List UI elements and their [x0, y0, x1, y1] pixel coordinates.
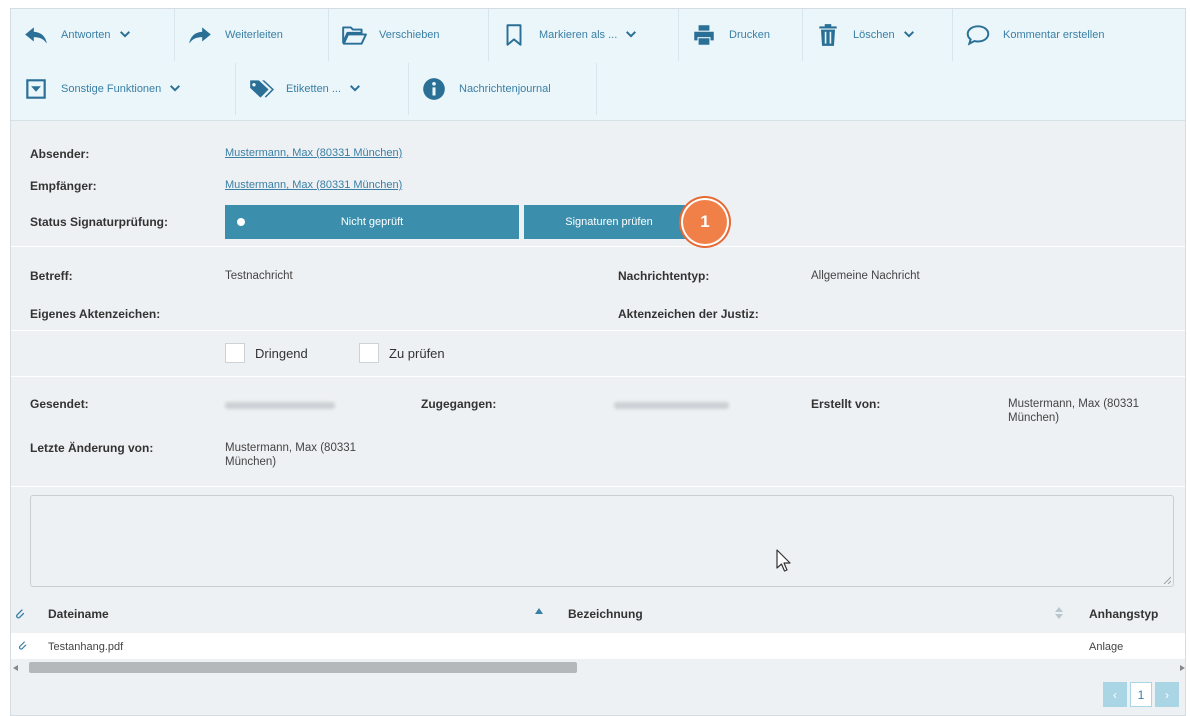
- sender-link[interactable]: Mustermann, Max (80331 München): [225, 147, 402, 159]
- create-comment-label: Kommentar erstellen: [1003, 29, 1105, 41]
- status-dot-icon: [237, 218, 245, 226]
- message-journal-button[interactable]: Nachrichtenjournal: [409, 63, 597, 115]
- last-change-value: Mustermann, Max (80331 München): [225, 442, 357, 468]
- info-icon: [423, 78, 445, 100]
- sort-ascending-icon[interactable]: [535, 608, 543, 614]
- delete-label: Löschen: [853, 29, 895, 41]
- folder-open-icon: [342, 26, 367, 45]
- other-functions-button[interactable]: Sonstige Funktionen: [11, 63, 236, 115]
- reply-button[interactable]: Antworten: [11, 9, 175, 61]
- subject-value: Testnachricht: [225, 270, 293, 282]
- print-button[interactable]: Drucken: [679, 9, 803, 61]
- recipient-label: Empfänger:: [30, 179, 97, 193]
- signature-status-label: Status Signaturprüfung:: [30, 215, 168, 229]
- message-type-value: Allgemeine Nachricht: [811, 270, 920, 282]
- pager-prev-button[interactable]: ‹: [1103, 682, 1127, 707]
- created-by-label: Erstellt von:: [811, 397, 881, 411]
- chevron-down-icon: [626, 31, 637, 38]
- received-date-redacted: [614, 402, 729, 409]
- chevron-down-icon: [350, 85, 361, 92]
- sender-label: Absender:: [30, 147, 90, 161]
- court-reference-label: Aktenzeichen der Justiz:: [618, 307, 759, 321]
- check-signatures-button[interactable]: Signaturen prüfen: [524, 205, 694, 239]
- printer-icon: [694, 25, 714, 45]
- move-label: Verschieben: [379, 29, 440, 41]
- speech-bubble-icon: [966, 25, 990, 46]
- toolbar-row-primary: Antworten Weiterleiten Verschieben Marki…: [11, 9, 1141, 61]
- table-row[interactable]: Testanhang.pdf Anlage: [11, 633, 1185, 659]
- urgent-checkbox[interactable]: Dringend: [225, 343, 308, 363]
- meta-section: Gesendet: Zugegangen: Erstellt von: Must…: [11, 377, 1185, 487]
- paperclip-icon: [18, 641, 27, 650]
- last-change-label: Letzte Änderung von:: [30, 441, 154, 455]
- mark-as-button[interactable]: Markieren als ...: [489, 9, 679, 61]
- reply-icon: [25, 27, 47, 44]
- message-journal-label: Nachrichtenjournal: [459, 83, 551, 95]
- mark-as-label: Markieren als ...: [539, 29, 618, 41]
- column-filename[interactable]: Dateiname: [48, 607, 109, 621]
- toolbar-row-secondary: Sonstige Funktionen Etiketten ... Nachri…: [11, 63, 597, 115]
- labels-label: Etiketten ...: [286, 83, 342, 95]
- delete-button[interactable]: Löschen: [803, 9, 953, 61]
- scroll-left-icon[interactable]: [13, 665, 18, 671]
- resize-handle-icon[interactable]: [1163, 576, 1171, 584]
- scrollbar-thumb[interactable]: [29, 662, 577, 673]
- forward-icon: [189, 27, 211, 44]
- urgent-label: Dringend: [255, 345, 308, 361]
- print-label: Drucken: [729, 29, 770, 41]
- signature-status-value: Nicht geprüft: [340, 216, 404, 228]
- pager-next-button[interactable]: ›: [1155, 682, 1179, 707]
- forward-label: Weiterleiten: [225, 29, 283, 41]
- scroll-right-icon[interactable]: [1180, 665, 1185, 671]
- chevron-down-icon: [903, 31, 914, 38]
- attachment-type: Anlage: [1089, 641, 1124, 653]
- pager-page-1[interactable]: 1: [1130, 682, 1152, 707]
- mouse-cursor-icon: [776, 549, 791, 572]
- labels-button[interactable]: Etiketten ...: [236, 63, 409, 115]
- checkbox-box: [225, 343, 245, 363]
- sent-label: Gesendet:: [30, 397, 89, 411]
- message-body-textarea[interactable]: [30, 495, 1174, 587]
- trash-icon: [819, 24, 837, 46]
- own-reference-label: Eigenes Aktenzeichen:: [30, 307, 161, 321]
- signature-status-indicator: Nicht geprüft: [225, 205, 519, 239]
- toolbar: Antworten Weiterleiten Verschieben Marki…: [11, 9, 1185, 121]
- move-button[interactable]: Verschieben: [329, 9, 489, 61]
- forward-button[interactable]: Weiterleiten: [175, 9, 329, 61]
- bookmark-icon: [506, 24, 522, 46]
- step-badge: 1: [683, 200, 727, 244]
- subject-label: Betreff:: [30, 269, 73, 283]
- column-attachment-type[interactable]: Anhangstyp: [1089, 607, 1158, 621]
- details-section: Betreff: Testnachricht Nachrichtentyp: A…: [11, 247, 1185, 331]
- other-functions-label: Sonstige Funktionen: [61, 83, 162, 95]
- to-check-checkbox[interactable]: Zu prüfen: [359, 343, 445, 363]
- attachments-table-header: Dateiname Bezeichnung Anhangstyp: [11, 597, 1185, 633]
- attachment-filename: Testanhang.pdf: [48, 641, 124, 653]
- reply-label: Antworten: [61, 29, 111, 41]
- to-check-label: Zu prüfen: [389, 345, 445, 361]
- message-view: Antworten Weiterleiten Verschieben Marki…: [10, 8, 1186, 716]
- sort-both-icon[interactable]: [1055, 607, 1063, 619]
- created-by-value: Mustermann, Max (80331 München): [1008, 398, 1140, 424]
- received-label: Zugegangen:: [421, 397, 497, 411]
- dropdown-box-icon: [26, 79, 46, 99]
- message-type-label: Nachrichtentyp:: [618, 269, 710, 283]
- horizontal-scrollbar[interactable]: [11, 659, 1185, 677]
- create-comment-button[interactable]: Kommentar erstellen: [953, 9, 1141, 61]
- column-description[interactable]: Bezeichnung: [568, 607, 643, 621]
- checkbox-box: [359, 343, 379, 363]
- chevron-down-icon: [170, 85, 181, 92]
- tags-icon: [250, 80, 274, 98]
- sent-date-redacted: [225, 402, 335, 409]
- chevron-down-icon: [119, 31, 130, 38]
- flags-section: Dringend Zu prüfen: [11, 331, 1185, 377]
- paperclip-icon: [16, 609, 25, 619]
- recipient-link[interactable]: Mustermann, Max (80331 München): [225, 179, 402, 191]
